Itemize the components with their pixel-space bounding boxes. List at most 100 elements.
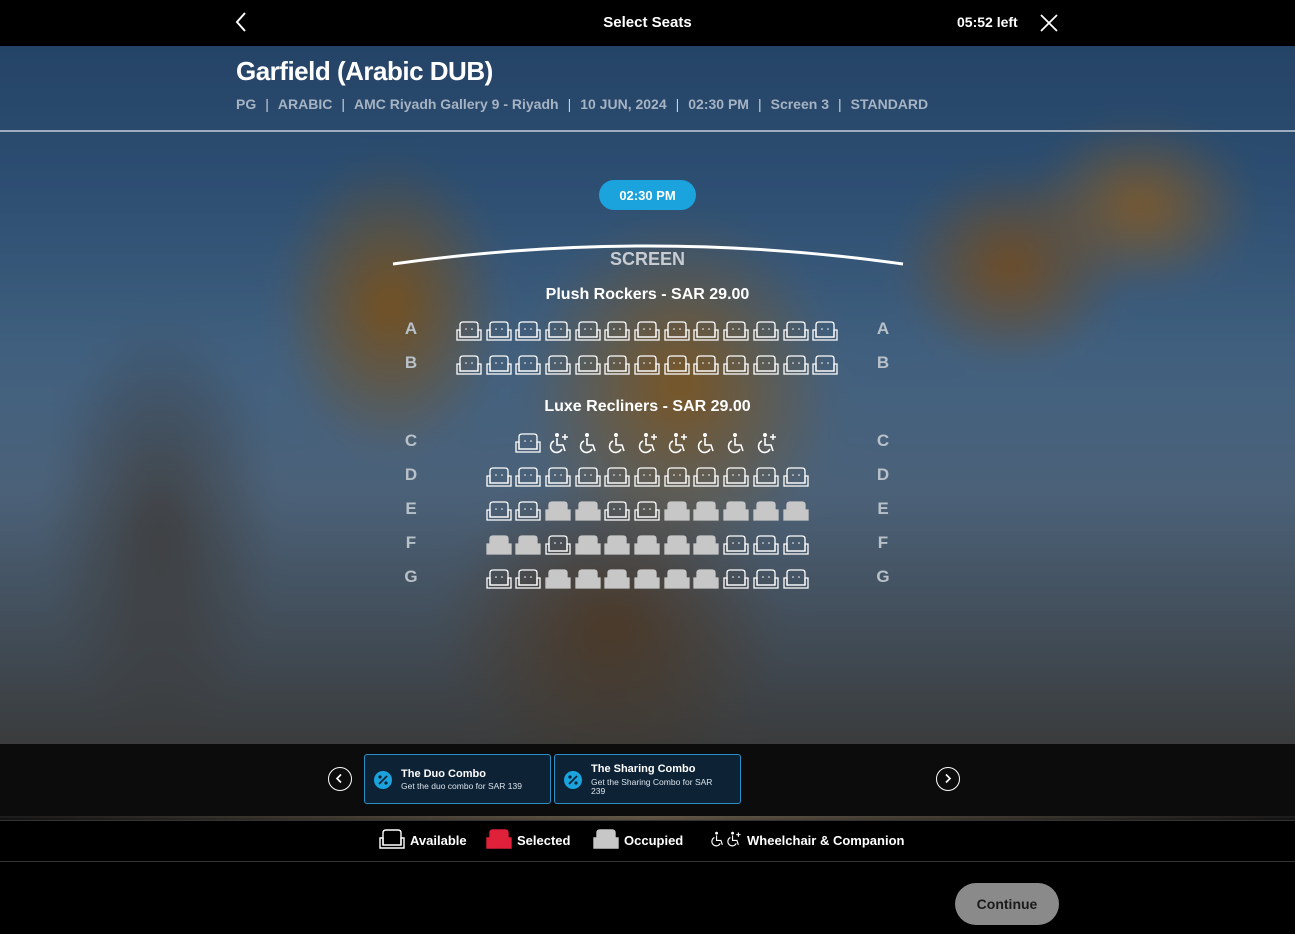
- page-title: Select Seats: [603, 14, 692, 31]
- seat-available[interactable]: [575, 320, 601, 342]
- combo-card-sharing[interactable]: The Sharing Combo Get the Sharing Combo …: [554, 754, 741, 804]
- legend-occupied: Occupied: [593, 828, 684, 850]
- seat-available[interactable]: [723, 466, 749, 488]
- seat-available[interactable]: [783, 568, 809, 590]
- combo-card-duo[interactable]: The Duo Combo Get the duo combo for SAR …: [364, 754, 551, 804]
- seat-available[interactable]: [634, 354, 660, 376]
- seat-occupied: [575, 500, 601, 522]
- combo-prev-button[interactable]: [328, 767, 352, 791]
- seat-available[interactable]: [545, 354, 571, 376]
- row-label-right: D: [876, 465, 890, 484]
- seat-occupied: [693, 500, 719, 522]
- legend-available-label: Available: [410, 832, 467, 848]
- seat-available[interactable]: [664, 354, 690, 376]
- seat-available[interactable]: [783, 534, 809, 556]
- seat-available[interactable]: [545, 534, 571, 556]
- seat-occupied: [604, 568, 630, 590]
- companion-seat-icon[interactable]: [545, 432, 571, 454]
- rating: PG: [236, 96, 257, 112]
- seat-occupied: [515, 534, 541, 556]
- seat-available[interactable]: [753, 466, 779, 488]
- seat-available[interactable]: [753, 534, 779, 556]
- seat-available[interactable]: [604, 354, 630, 376]
- seat-available[interactable]: [783, 354, 809, 376]
- wheelchair-seat-icon[interactable]: [723, 432, 749, 454]
- continue-button[interactable]: Continue: [955, 883, 1059, 925]
- row-label-left: D: [404, 465, 418, 484]
- wheelchair-seat-icon[interactable]: [604, 432, 630, 454]
- seat-available[interactable]: [753, 568, 779, 590]
- seat-available[interactable]: [515, 320, 541, 342]
- section-label: Luxe Recliners - SAR 29.00: [544, 398, 751, 415]
- seat-available[interactable]: [456, 354, 482, 376]
- movie-meta: PG | ARABIC | AMC Riyadh Gallery 9 - Riyadh |…: [236, 96, 929, 112]
- seat-available[interactable]: [515, 500, 541, 522]
- seat-available[interactable]: [575, 354, 601, 376]
- legend-occupied-label: Occupied: [624, 832, 684, 848]
- seat-available[interactable]: [723, 320, 749, 342]
- legend-available: Available: [379, 828, 467, 850]
- wheelchair-seat-icon[interactable]: [575, 432, 601, 454]
- companion-seat-icon[interactable]: [753, 432, 779, 454]
- language: ARABIC: [277, 96, 333, 112]
- section-label: Plush Rockers - SAR 29.00: [545, 286, 750, 303]
- legend-wheelchair-label: Wheelchair & Companion: [747, 832, 905, 848]
- seat-available[interactable]: [634, 320, 660, 342]
- seat-available[interactable]: [664, 320, 690, 342]
- seat-available[interactable]: [604, 466, 630, 488]
- seat-available[interactable]: [753, 354, 779, 376]
- screen-number: Screen 3: [770, 96, 829, 112]
- seat-available[interactable]: [753, 320, 779, 342]
- seat-available[interactable]: [664, 466, 690, 488]
- seat-available[interactable]: [545, 320, 571, 342]
- companion-seat-icon[interactable]: [664, 432, 690, 454]
- legend-selected: Selected: [486, 828, 570, 853]
- companion-seat-icon[interactable]: [634, 432, 660, 454]
- row-label-left: F: [405, 533, 417, 552]
- row-label-right: C: [876, 431, 890, 450]
- seat-available[interactable]: [486, 320, 512, 342]
- seat-available[interactable]: [783, 466, 809, 488]
- time: 02:30 PM: [688, 96, 749, 112]
- seat-available[interactable]: [604, 320, 630, 342]
- row-label-left: C: [404, 431, 418, 450]
- seat-occupied: [545, 568, 571, 590]
- wheelchair-seat-icon[interactable]: [693, 432, 719, 454]
- seat-available[interactable]: [515, 466, 541, 488]
- seat-available[interactable]: [634, 500, 660, 522]
- seat-available[interactable]: [604, 500, 630, 522]
- seat-available[interactable]: [545, 466, 571, 488]
- showtime-pill[interactable]: 02:30 PM: [599, 180, 696, 210]
- seat-available[interactable]: [575, 466, 601, 488]
- seat-available[interactable]: [486, 466, 512, 488]
- seat-available[interactable]: [515, 432, 541, 454]
- row-label-right: F: [877, 533, 889, 552]
- seat-available[interactable]: [486, 568, 512, 590]
- seat-available[interactable]: [515, 354, 541, 376]
- seat-available[interactable]: [723, 568, 749, 590]
- row-label-right: G: [876, 567, 890, 586]
- seat-available[interactable]: [723, 354, 749, 376]
- seat-available[interactable]: [783, 320, 809, 342]
- close-icon[interactable]: [1038, 12, 1060, 34]
- seat-available[interactable]: [456, 320, 482, 342]
- row-label-right: B: [876, 353, 890, 372]
- combo-description: Get the Sharing Combo for SAR 239: [591, 777, 713, 796]
- cinema: AMC Riyadh Gallery 9 - Riyadh: [353, 96, 559, 112]
- seat-selected-icon: [486, 828, 512, 853]
- seat-available[interactable]: [693, 354, 719, 376]
- seat-available[interactable]: [812, 320, 838, 342]
- seat-available[interactable]: [693, 320, 719, 342]
- seat-available[interactable]: [693, 466, 719, 488]
- seat-available[interactable]: [486, 500, 512, 522]
- seat-available[interactable]: [515, 568, 541, 590]
- seat-available[interactable]: [486, 354, 512, 376]
- seat-available[interactable]: [634, 466, 660, 488]
- companion-icon: [726, 829, 742, 852]
- seat-occupied: [634, 534, 660, 556]
- seat-available[interactable]: [812, 354, 838, 376]
- seat-occupied: [783, 500, 809, 522]
- combo-next-button[interactable]: [936, 767, 960, 791]
- seat-occupied: [664, 568, 690, 590]
- seat-available[interactable]: [723, 534, 749, 556]
